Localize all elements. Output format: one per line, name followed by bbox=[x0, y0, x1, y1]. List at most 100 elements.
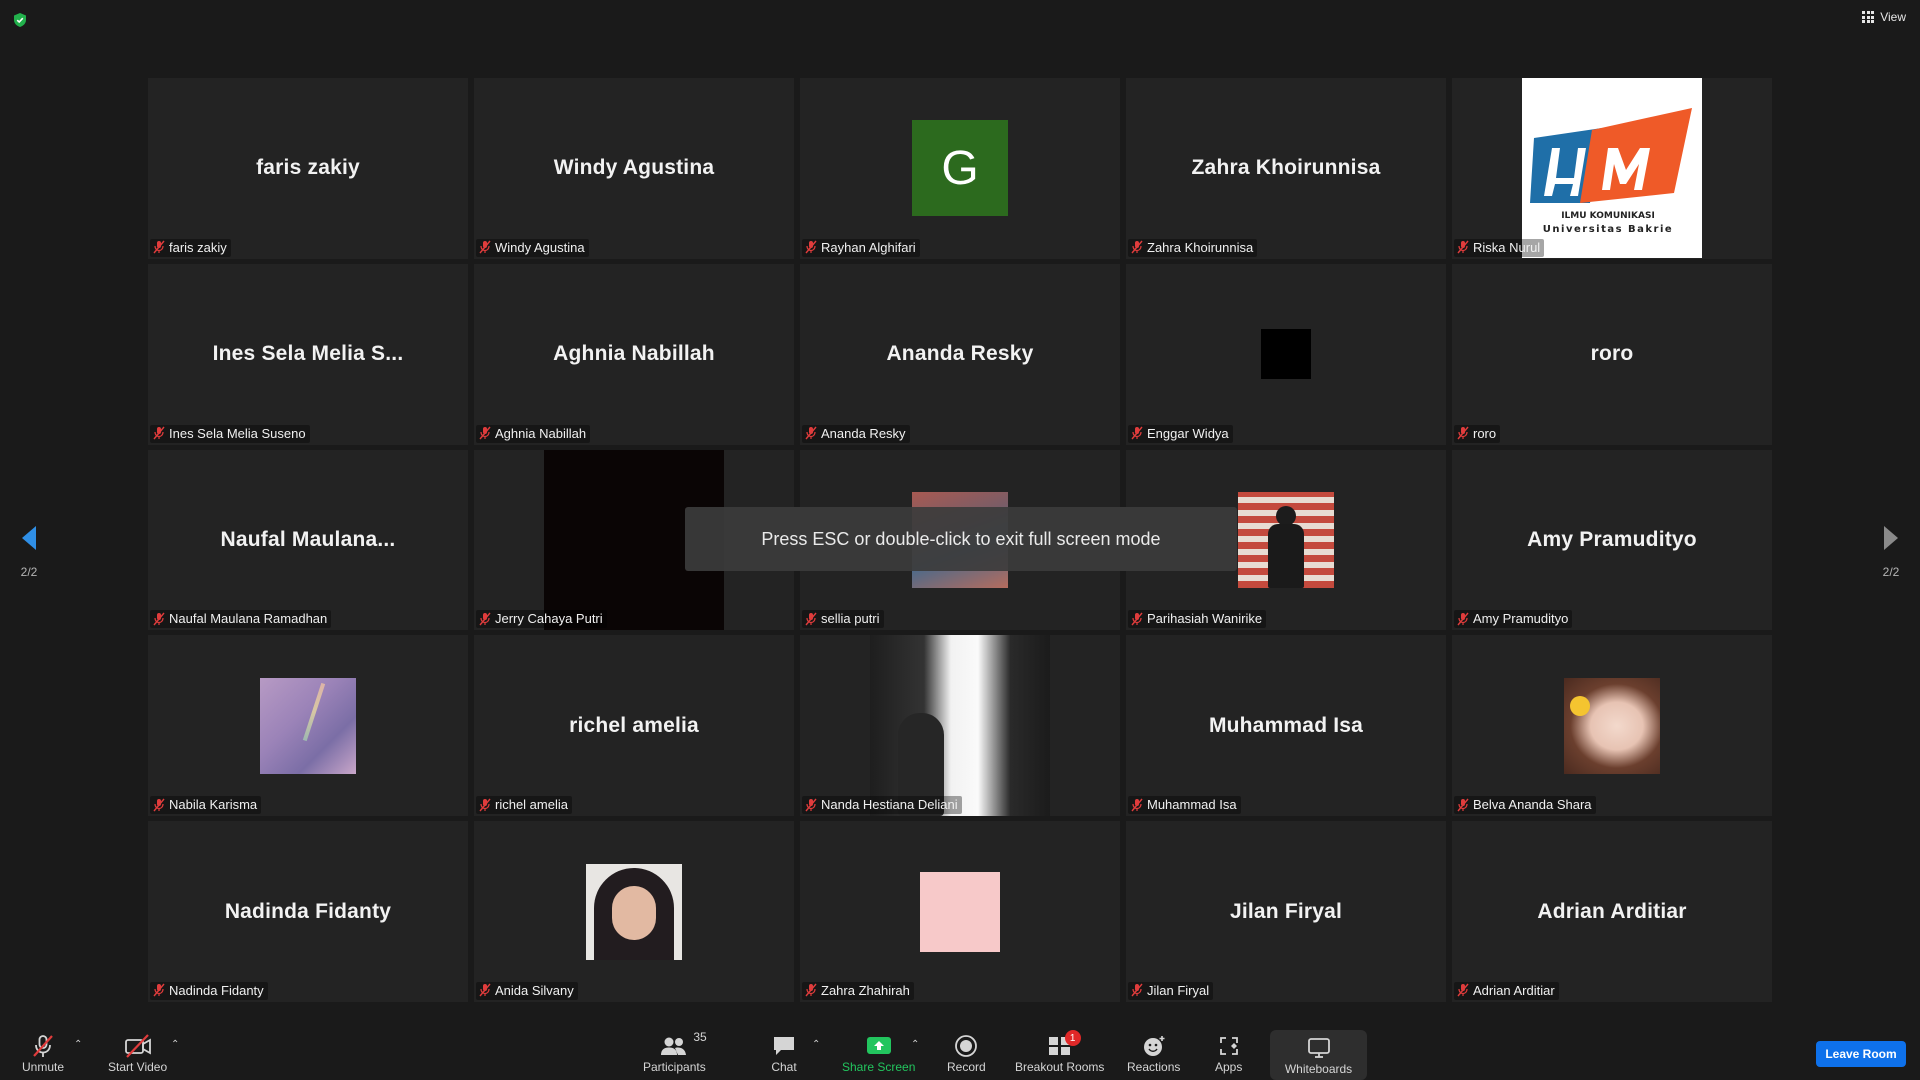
participant-tile[interactable]: G Rayhan Alghifari bbox=[800, 78, 1120, 259]
encryption-shield-icon[interactable] bbox=[12, 12, 28, 28]
profile-picture bbox=[1261, 329, 1311, 380]
view-button[interactable]: View bbox=[1862, 10, 1906, 24]
participant-tile[interactable]: Nanda Hestiana Deliani bbox=[800, 635, 1120, 817]
whiteboards-label: Whiteboards bbox=[1284, 1062, 1353, 1076]
participant-tile[interactable]: Nadinda Fidanty Nadinda Fidanty bbox=[148, 821, 468, 1002]
next-page-button[interactable]: 2/2 bbox=[1871, 524, 1911, 579]
participant-name-tag: Anida Silvany bbox=[476, 981, 578, 1000]
mic-muted-icon bbox=[805, 240, 817, 254]
participant-tile[interactable]: roro roro bbox=[1452, 263, 1772, 445]
participant-tile[interactable]: Nabila Karisma bbox=[148, 635, 468, 817]
reactions-label: Reactions bbox=[1127, 1060, 1181, 1074]
mic-muted-icon bbox=[1131, 240, 1143, 254]
participant-tile[interactable]: Ines Sela Melia S... Ines Sela Melia Sus… bbox=[148, 263, 468, 445]
mic-muted-icon bbox=[479, 798, 491, 812]
participant-tile[interactable]: Belva Ananda Shara bbox=[1452, 635, 1772, 817]
participant-name: Enggar Widya bbox=[1147, 425, 1229, 441]
mic-muted-icon bbox=[805, 612, 817, 626]
participant-name: roro bbox=[1473, 425, 1497, 441]
participant-name-tag: Riska Nurul bbox=[1454, 238, 1545, 257]
participants-count: 35 bbox=[693, 1030, 707, 1044]
reactions-icon bbox=[1143, 1036, 1165, 1056]
mic-muted-icon bbox=[1457, 426, 1469, 440]
audio-options-caret[interactable]: ⌃ bbox=[74, 1039, 82, 1050]
participant-tile[interactable]: Windy Agustina Windy Agustina bbox=[474, 78, 794, 259]
participant-name: faris zakiy bbox=[169, 239, 227, 255]
participant-display-name: faris zakiy bbox=[256, 156, 360, 180]
chat-options-caret[interactable]: ⌃ bbox=[812, 1039, 820, 1050]
unmute-button[interactable]: Unmute bbox=[22, 1032, 64, 1074]
participant-name-tag: Zahra Khoirunnisa bbox=[1128, 238, 1258, 257]
apps-label: Apps bbox=[1215, 1060, 1243, 1074]
profile-picture bbox=[586, 863, 682, 960]
mic-muted-icon bbox=[1457, 798, 1469, 812]
whiteboards-button[interactable]: Whiteboards bbox=[1270, 1030, 1367, 1080]
mic-muted-icon bbox=[479, 984, 491, 997]
reactions-button[interactable]: Reactions bbox=[1127, 1032, 1180, 1074]
participant-tile[interactable]: Zahra Khoirunnisa Zahra Khoirunnisa bbox=[1126, 78, 1446, 259]
profile-picture bbox=[1238, 491, 1334, 588]
participant-name: Ananda Resky bbox=[821, 425, 906, 441]
participant-name: Jilan Firyal bbox=[1147, 982, 1210, 998]
apps-button[interactable]: Apps bbox=[1215, 1032, 1242, 1074]
breakout-rooms-button[interactable]: 1 Breakout Rooms bbox=[1015, 1030, 1104, 1074]
participant-name-tag: Windy Agustina bbox=[476, 238, 589, 257]
mic-muted-icon bbox=[1457, 984, 1469, 997]
participant-display-name: Aghnia Nabillah bbox=[553, 342, 715, 366]
participant-display-name: Jilan Firyal bbox=[1229, 899, 1343, 923]
profile-picture bbox=[920, 871, 1000, 952]
profile-picture bbox=[1564, 677, 1660, 774]
participant-tile[interactable]: Naufal Maulana... Naufal Maulana Ramadha… bbox=[148, 449, 468, 631]
share-screen-button[interactable]: Share Screen bbox=[842, 1032, 915, 1074]
participant-tile[interactable]: ILMU KOMUNIKASI Universitas Bakrie Riska… bbox=[1452, 78, 1772, 259]
view-label: View bbox=[1880, 10, 1906, 24]
mic-muted-icon bbox=[805, 426, 817, 440]
mic-muted-icon bbox=[1131, 612, 1143, 626]
participant-tile[interactable]: Zahra Zhahirah bbox=[800, 821, 1120, 1002]
participant-tile[interactable]: Adrian Arditiar Adrian Arditiar bbox=[1452, 821, 1772, 1002]
avatar: G bbox=[912, 120, 1008, 217]
participant-name-tag: sellia putri bbox=[802, 610, 884, 629]
participant-name: Muhammad Isa bbox=[1147, 797, 1237, 813]
participant-name-tag: Nabila Karisma bbox=[150, 796, 262, 815]
participant-tile[interactable]: Anida Silvany bbox=[474, 821, 794, 1002]
participant-tile[interactable]: Ananda Resky Ananda Resky bbox=[800, 263, 1120, 445]
participant-name-tag: Adrian Arditiar bbox=[1454, 981, 1559, 1000]
video-off-icon bbox=[124, 1034, 151, 1058]
participant-tile[interactable]: Enggar Widya bbox=[1126, 263, 1446, 445]
leave-room-label: Leave Room bbox=[1825, 1047, 1897, 1061]
participant-name: Jerry Cahaya Putri bbox=[495, 611, 603, 627]
start-video-button[interactable]: Start Video bbox=[108, 1032, 167, 1074]
previous-page-button[interactable]: 2/2 bbox=[9, 524, 49, 579]
mic-muted-icon bbox=[1457, 612, 1469, 626]
participant-tile[interactable]: Muhammad Isa Muhammad Isa bbox=[1126, 635, 1446, 817]
unmute-label: Unmute bbox=[22, 1060, 65, 1074]
participant-tile[interactable]: faris zakiy faris zakiy bbox=[148, 78, 468, 259]
participant-tile[interactable]: Aghnia Nabillah Aghnia Nabillah bbox=[474, 263, 794, 445]
mic-muted-icon bbox=[153, 426, 165, 440]
participant-display-name: Adrian Arditiar bbox=[1537, 899, 1687, 923]
leave-room-button[interactable]: Leave Room bbox=[1816, 1041, 1906, 1067]
chat-button[interactable]: Chat bbox=[771, 1032, 797, 1074]
participant-tile[interactable]: richel amelia richel amelia bbox=[474, 635, 794, 817]
mic-muted-icon bbox=[1457, 240, 1469, 254]
participant-name-tag: faris zakiy bbox=[150, 238, 231, 257]
video-options-caret[interactable]: ⌃ bbox=[171, 1039, 179, 1050]
participant-name-tag: Aghnia Nabillah bbox=[476, 424, 591, 443]
participants-button[interactable]: 35 Participants bbox=[643, 1030, 707, 1074]
logo-text-top: ILMU KOMUNIKASI bbox=[1561, 211, 1655, 221]
participant-tile[interactable]: Jilan Firyal Jilan Firyal bbox=[1126, 821, 1446, 1002]
page-indicator-right: 2/2 bbox=[1882, 565, 1900, 579]
participant-name-tag: roro bbox=[1454, 424, 1501, 443]
participant-name-tag: Naufal Maulana Ramadhan bbox=[150, 610, 332, 629]
chat-label: Chat bbox=[771, 1060, 797, 1074]
arrow-left-icon bbox=[22, 526, 36, 550]
participant-tile[interactable]: Amy Pramudityo Amy Pramudityo bbox=[1452, 449, 1772, 631]
mic-muted-icon bbox=[153, 984, 165, 997]
share-options-caret[interactable]: ⌃ bbox=[911, 1039, 919, 1050]
participant-display-name: richel amelia bbox=[569, 713, 699, 737]
record-button[interactable]: Record bbox=[947, 1032, 986, 1074]
share-screen-label: Share Screen bbox=[842, 1060, 916, 1074]
participant-name-tag: Muhammad Isa bbox=[1128, 796, 1241, 815]
share-screen-icon bbox=[866, 1037, 891, 1054]
